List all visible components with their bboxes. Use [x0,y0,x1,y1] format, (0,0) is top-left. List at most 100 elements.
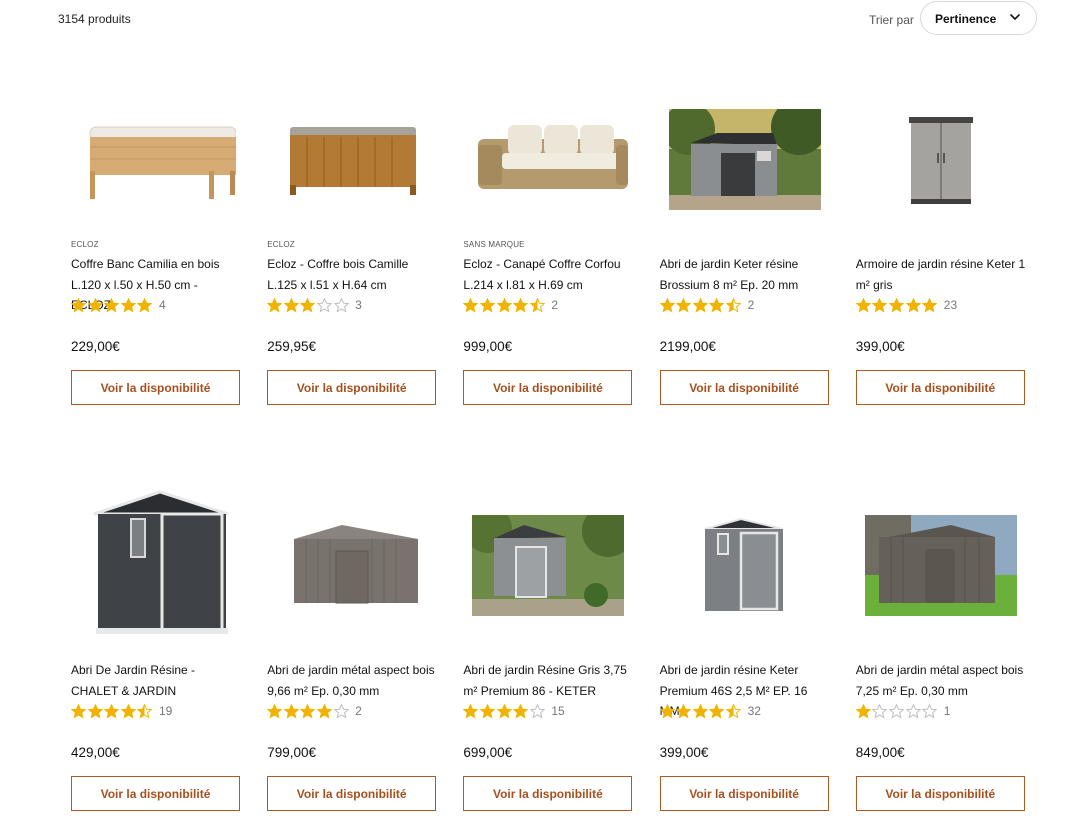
rating-stars: 3 [267,297,362,313]
star-filled-icon [87,297,103,313]
metal-shed-image[interactable] [267,490,437,640]
rating-stars: 2 [463,297,558,313]
rating-stars: 2 [267,703,362,719]
review-count: 3 [355,298,362,312]
product-title[interactable]: Abri de jardin Résine Gris 3,75 m² Premi… [463,660,633,701]
star-filled-icon [513,297,529,313]
star-filled-icon [888,297,904,313]
star-filled-icon [283,297,299,313]
review-count: 4 [158,298,166,312]
product-card[interactable]: Abri de jardin métal aspect bois 9,66 m²… [267,490,437,822]
product-card[interactable]: ECLOZ Ecloz - Coffre bois Camille L.125 x… [267,84,437,416]
check-availability-button[interactable]: Voir la disponibilité [267,370,437,405]
rating-stars: 15 [463,703,565,719]
check-availability-button[interactable]: Voir la disponibilité [463,776,633,811]
product-card[interactable]: Abri de jardin Résine Gris 3,75 m² Premi… [463,490,633,822]
star-half-icon [725,297,741,313]
star-filled-icon [120,703,136,719]
star-filled-icon [872,297,888,313]
check-availability-button[interactable]: Voir la disponibilité [855,370,1025,405]
product-price: 849,00€ [855,745,905,760]
star-filled-icon [659,297,675,313]
dark-resin-shed-image[interactable] [71,490,241,640]
wooden-storage-chest-image[interactable] [267,84,437,234]
rattan-sofa-image[interactable] [463,84,633,234]
product-count: 3154 produits [58,12,131,26]
rating-stars: 2 [659,297,754,313]
star-filled-icon [513,703,529,719]
star-filled-icon [283,703,299,719]
star-filled-icon [267,703,283,719]
product-title[interactable]: Abri de jardin métal aspect bois 7,25 m²… [856,660,1026,701]
star-empty-icon [872,703,888,719]
product-card[interactable]: Armoire de jardin résine Keter 1 m² gris… [855,84,1026,416]
star-empty-icon [333,297,349,313]
star-filled-icon [496,703,512,719]
review-count: 23 [943,298,958,312]
product-card[interactable]: SANS MARQUE Ecloz - Canapé Coffre Corfou … [463,84,633,416]
grey-resin-shed-image[interactable] [660,490,830,640]
sort-dropdown[interactable]: Pertinence [920,1,1037,35]
metal-shed-lawn-photo[interactable] [856,490,1026,640]
product-price: 399,00€ [659,745,709,760]
star-half-icon [529,297,545,313]
product-card[interactable]: Abri de jardin résine Keter Premium 46S … [659,490,830,822]
star-filled-icon [316,703,332,719]
star-empty-icon [888,703,904,719]
rating-stars: 1 [855,703,950,719]
star-filled-icon [120,297,136,313]
results-toolbar: 3154 produits Trier par Pertinence [0,0,1088,40]
star-filled-icon [463,703,479,719]
wooden-storage-bench-image[interactable] [71,84,241,234]
grey-resin-shed-garden-photo[interactable] [463,490,633,640]
product-card[interactable]: Abri De Jardin Résine - CHALET & JARDIN 1… [71,490,241,822]
star-filled-icon [855,297,871,313]
star-filled-icon [463,297,479,313]
check-availability-button[interactable]: Voir la disponibilité [267,776,437,811]
product-price: 999,00€ [463,339,513,354]
resin-cabinet-image[interactable] [856,84,1026,234]
check-availability-button[interactable]: Voir la disponibilité [659,776,829,811]
product-title[interactable]: Abri de jardin Keter résine Brossium 8 m… [660,254,830,295]
star-filled-icon [267,297,283,313]
product-title[interactable]: Ecloz - Coffre bois Camille L.125 x l.51… [267,254,437,295]
check-availability-button[interactable]: Voir la disponibilité [71,776,240,811]
review-count: 2 [551,298,559,312]
review-count: 32 [747,704,761,718]
star-filled-icon [104,703,120,719]
review-count: 19 [158,704,173,718]
product-card[interactable]: Abri de jardin métal aspect bois 7,25 m²… [855,490,1026,822]
star-filled-icon [479,297,495,313]
product-price: 399,00€ [855,339,905,354]
star-filled-icon [71,297,86,313]
rating-stars: 23 [855,297,958,313]
star-empty-icon [922,703,938,719]
product-price: 429,00€ [71,745,120,760]
check-availability-button[interactable]: Voir la disponibilité [463,370,633,405]
product-title[interactable]: Abri de jardin métal aspect bois 9,66 m²… [267,660,437,701]
resin-shed-garden-photo[interactable] [660,84,830,234]
star-filled-icon [104,297,120,313]
check-availability-button[interactable]: Voir la disponibilité [855,776,1025,811]
product-brand: SANS MARQUE [463,240,525,249]
product-title[interactable]: Ecloz - Canapé Coffre Corfou L.214 x l.8… [463,254,633,295]
rating-stars: 4 [71,297,166,313]
product-price: 229,00€ [71,339,120,354]
product-title[interactable]: Abri De Jardin Résine - CHALET & JARDIN [71,660,241,701]
check-availability-button[interactable]: Voir la disponibilité [71,370,240,405]
product-title[interactable]: Armoire de jardin résine Keter 1 m² gris [856,254,1026,295]
product-card[interactable]: ECLOZ Coffre Banc Camilia en bois L.120 x… [71,84,241,416]
check-availability-button[interactable]: Voir la disponibilité [659,370,829,405]
star-empty-icon [333,703,349,719]
star-filled-icon [692,297,708,313]
star-filled-icon [709,297,725,313]
star-half-icon [725,703,741,719]
star-filled-icon [905,297,921,313]
chevron-down-icon [1010,14,1020,20]
star-empty-icon [529,703,545,719]
star-filled-icon [922,297,938,313]
star-filled-icon [692,703,708,719]
product-card[interactable]: Abri de jardin Keter résine Brossium 8 m… [659,84,830,416]
star-filled-icon [709,703,725,719]
star-filled-icon [87,703,103,719]
